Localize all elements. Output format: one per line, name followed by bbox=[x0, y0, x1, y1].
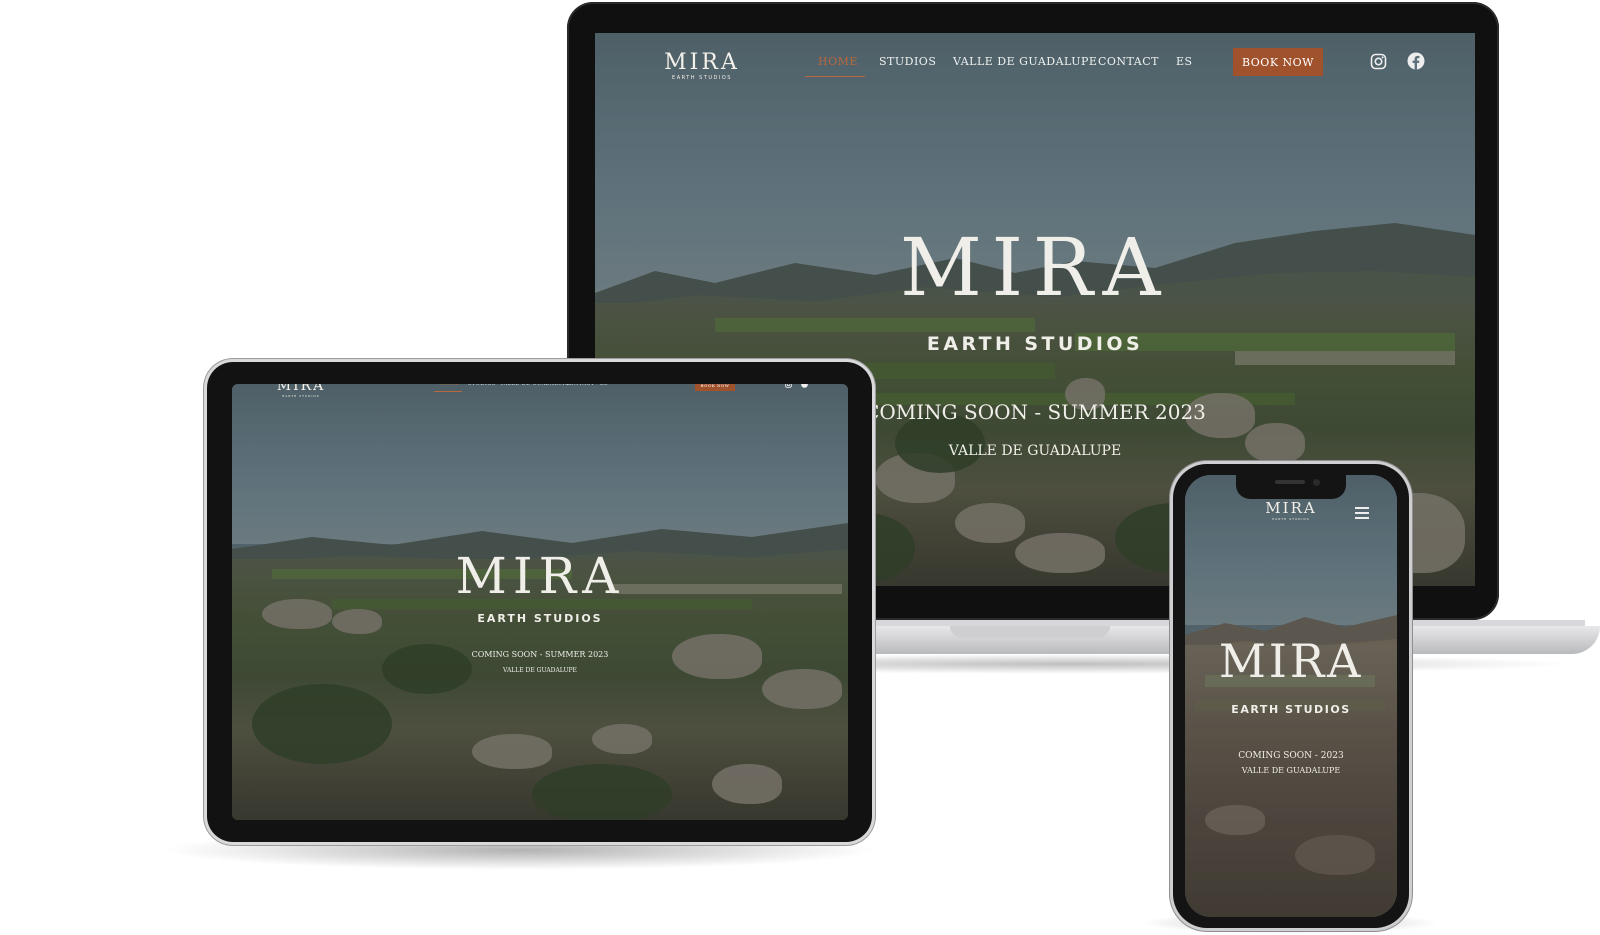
nav-studios[interactable]: STUDIOS bbox=[468, 384, 496, 387]
hero-subtitle: EARTH STUDIOS bbox=[477, 612, 603, 625]
nav-home[interactable]: HOME bbox=[818, 55, 858, 68]
logo-tagline: EARTH STUDIOS bbox=[282, 394, 320, 398]
nav-language[interactable]: ES bbox=[1176, 55, 1193, 68]
instagram-icon[interactable] bbox=[785, 384, 792, 388]
location-text: VALLE DE GUADALUPE bbox=[948, 443, 1122, 459]
logo-tagline: EARTH STUDIOS bbox=[1272, 517, 1310, 521]
laptop-notch bbox=[950, 626, 1110, 638]
logo-name: MIRA bbox=[664, 50, 740, 75]
book-now-button[interactable]: BOOK NOW bbox=[1233, 48, 1323, 76]
nav-home[interactable]: HOME bbox=[440, 384, 459, 387]
logo-name: MIRA bbox=[276, 384, 326, 394]
nav-valle-de-guadalupe[interactable]: VALLE DE GUADALUPE bbox=[953, 55, 1097, 68]
nav-studios[interactable]: STUDIOS bbox=[879, 55, 936, 68]
coming-soon-text: COMING SOON - 2023 bbox=[1238, 751, 1344, 761]
logo[interactable]: MIRA EARTH STUDIOS bbox=[657, 50, 747, 82]
hero-title: MIRA bbox=[1218, 634, 1364, 688]
nav-contact[interactable]: CONTACT bbox=[1098, 55, 1159, 68]
location-text: VALLE DE GUADALUPE bbox=[1241, 766, 1341, 775]
logo-name: MIRA bbox=[1265, 499, 1317, 517]
book-now-button[interactable]: BOOK NOW bbox=[695, 384, 735, 391]
phone-notch bbox=[1236, 475, 1346, 499]
nav-home-underline bbox=[434, 391, 462, 392]
hero-subtitle: EARTH STUDIOS bbox=[1231, 703, 1351, 716]
tablet-screen: MIRA EARTH STUDIOS HOME STUDIOS VALLE DE… bbox=[232, 384, 848, 820]
facebook-icon[interactable] bbox=[801, 384, 808, 388]
location-text: VALLE DE GUADALUPE bbox=[503, 667, 577, 674]
hero-subtitle: EARTH STUDIOS bbox=[926, 333, 1144, 355]
hero-title: MIRA bbox=[455, 547, 625, 605]
hero-title: MIRA bbox=[900, 221, 1170, 314]
nav-valle-de-guadalupe[interactable]: VALLE DE GUADALUPE bbox=[500, 384, 571, 387]
phone-speaker bbox=[1275, 480, 1305, 484]
logo[interactable]: MIRA EARTH STUDIOS bbox=[276, 384, 326, 398]
nav-home-underline bbox=[805, 76, 865, 77]
phone-screen: MIRA EARTH STUDIOS MIRA EARTH STUDIOS CO… bbox=[1185, 475, 1397, 917]
nav-language[interactable]: ES bbox=[600, 384, 608, 387]
logo-tagline: EARTH STUDIOS bbox=[672, 75, 732, 81]
coming-soon-text: COMING SOON - SUMMER 2023 bbox=[471, 650, 609, 659]
nav-contact[interactable]: CONTACT bbox=[565, 384, 595, 387]
facebook-icon[interactable] bbox=[1407, 52, 1425, 70]
phone-camera bbox=[1313, 479, 1320, 486]
hamburger-menu-icon[interactable] bbox=[1355, 507, 1369, 519]
instagram-icon[interactable] bbox=[1370, 53, 1387, 70]
logo[interactable]: MIRA EARTH STUDIOS bbox=[1246, 499, 1336, 522]
